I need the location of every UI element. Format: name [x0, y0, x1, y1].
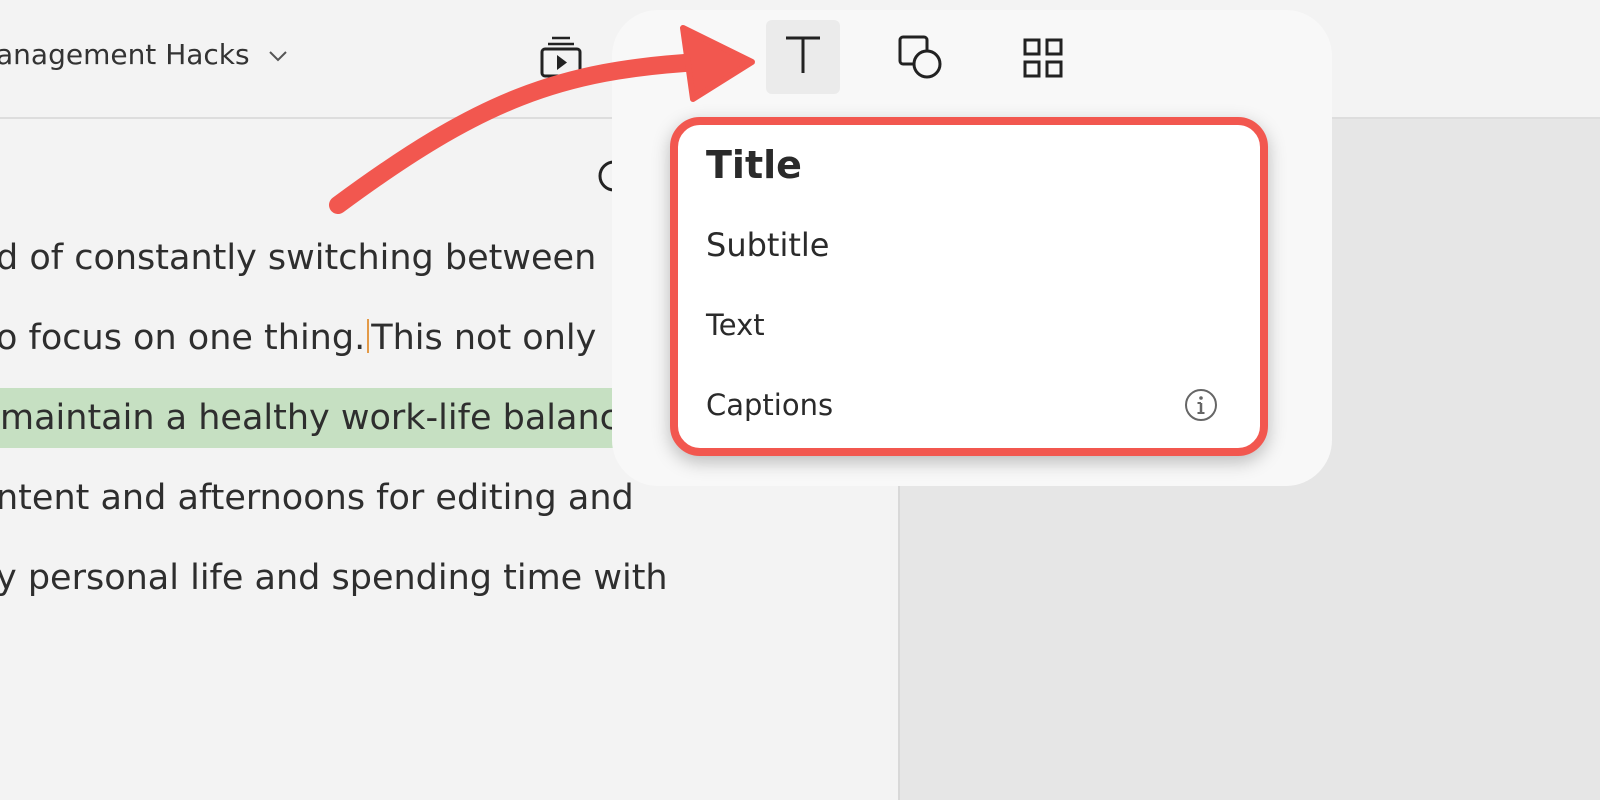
preview-icon	[538, 34, 584, 84]
preview-button[interactable]	[536, 34, 586, 84]
menu-item-label: Captions	[706, 388, 834, 422]
menu-item-label: Text	[706, 308, 765, 342]
highlighted-line[interactable]: maintain a healthy work-life balance	[0, 388, 662, 448]
document-text: o focus on one thing.	[0, 318, 366, 358]
document-line[interactable]: d of constantly switching between	[0, 228, 596, 288]
document-line[interactable]: o focus on one thing. This not only	[0, 308, 596, 368]
project-title[interactable]: anagement Hacks	[0, 38, 250, 71]
text-style-menu: Title Subtitle Text Captions	[670, 117, 1268, 456]
menu-item-subtitle[interactable]: Subtitle	[706, 210, 1220, 280]
document-text: This not only	[371, 318, 597, 358]
document-line[interactable]: ntent and afternoons for editing and	[0, 468, 634, 528]
menu-item-label: Title	[706, 143, 802, 187]
document-line[interactable]: y personal life and spending time with	[0, 548, 668, 608]
menu-item-text[interactable]: Text	[706, 290, 1220, 360]
menu-item-title[interactable]: Title	[706, 130, 1220, 200]
chevron-down-icon[interactable]	[267, 48, 289, 62]
shapes-icon	[897, 34, 945, 86]
shapes-tool-button[interactable]	[888, 30, 954, 90]
text-tool-button[interactable]	[766, 20, 840, 94]
grid-icon	[1023, 38, 1063, 82]
text-icon	[781, 33, 825, 81]
elements-grid-button[interactable]	[1008, 30, 1078, 90]
menu-item-captions[interactable]: Captions	[706, 370, 1220, 440]
text-cursor	[367, 319, 370, 353]
info-icon[interactable]	[1182, 386, 1220, 424]
menu-item-label: Subtitle	[706, 226, 830, 264]
